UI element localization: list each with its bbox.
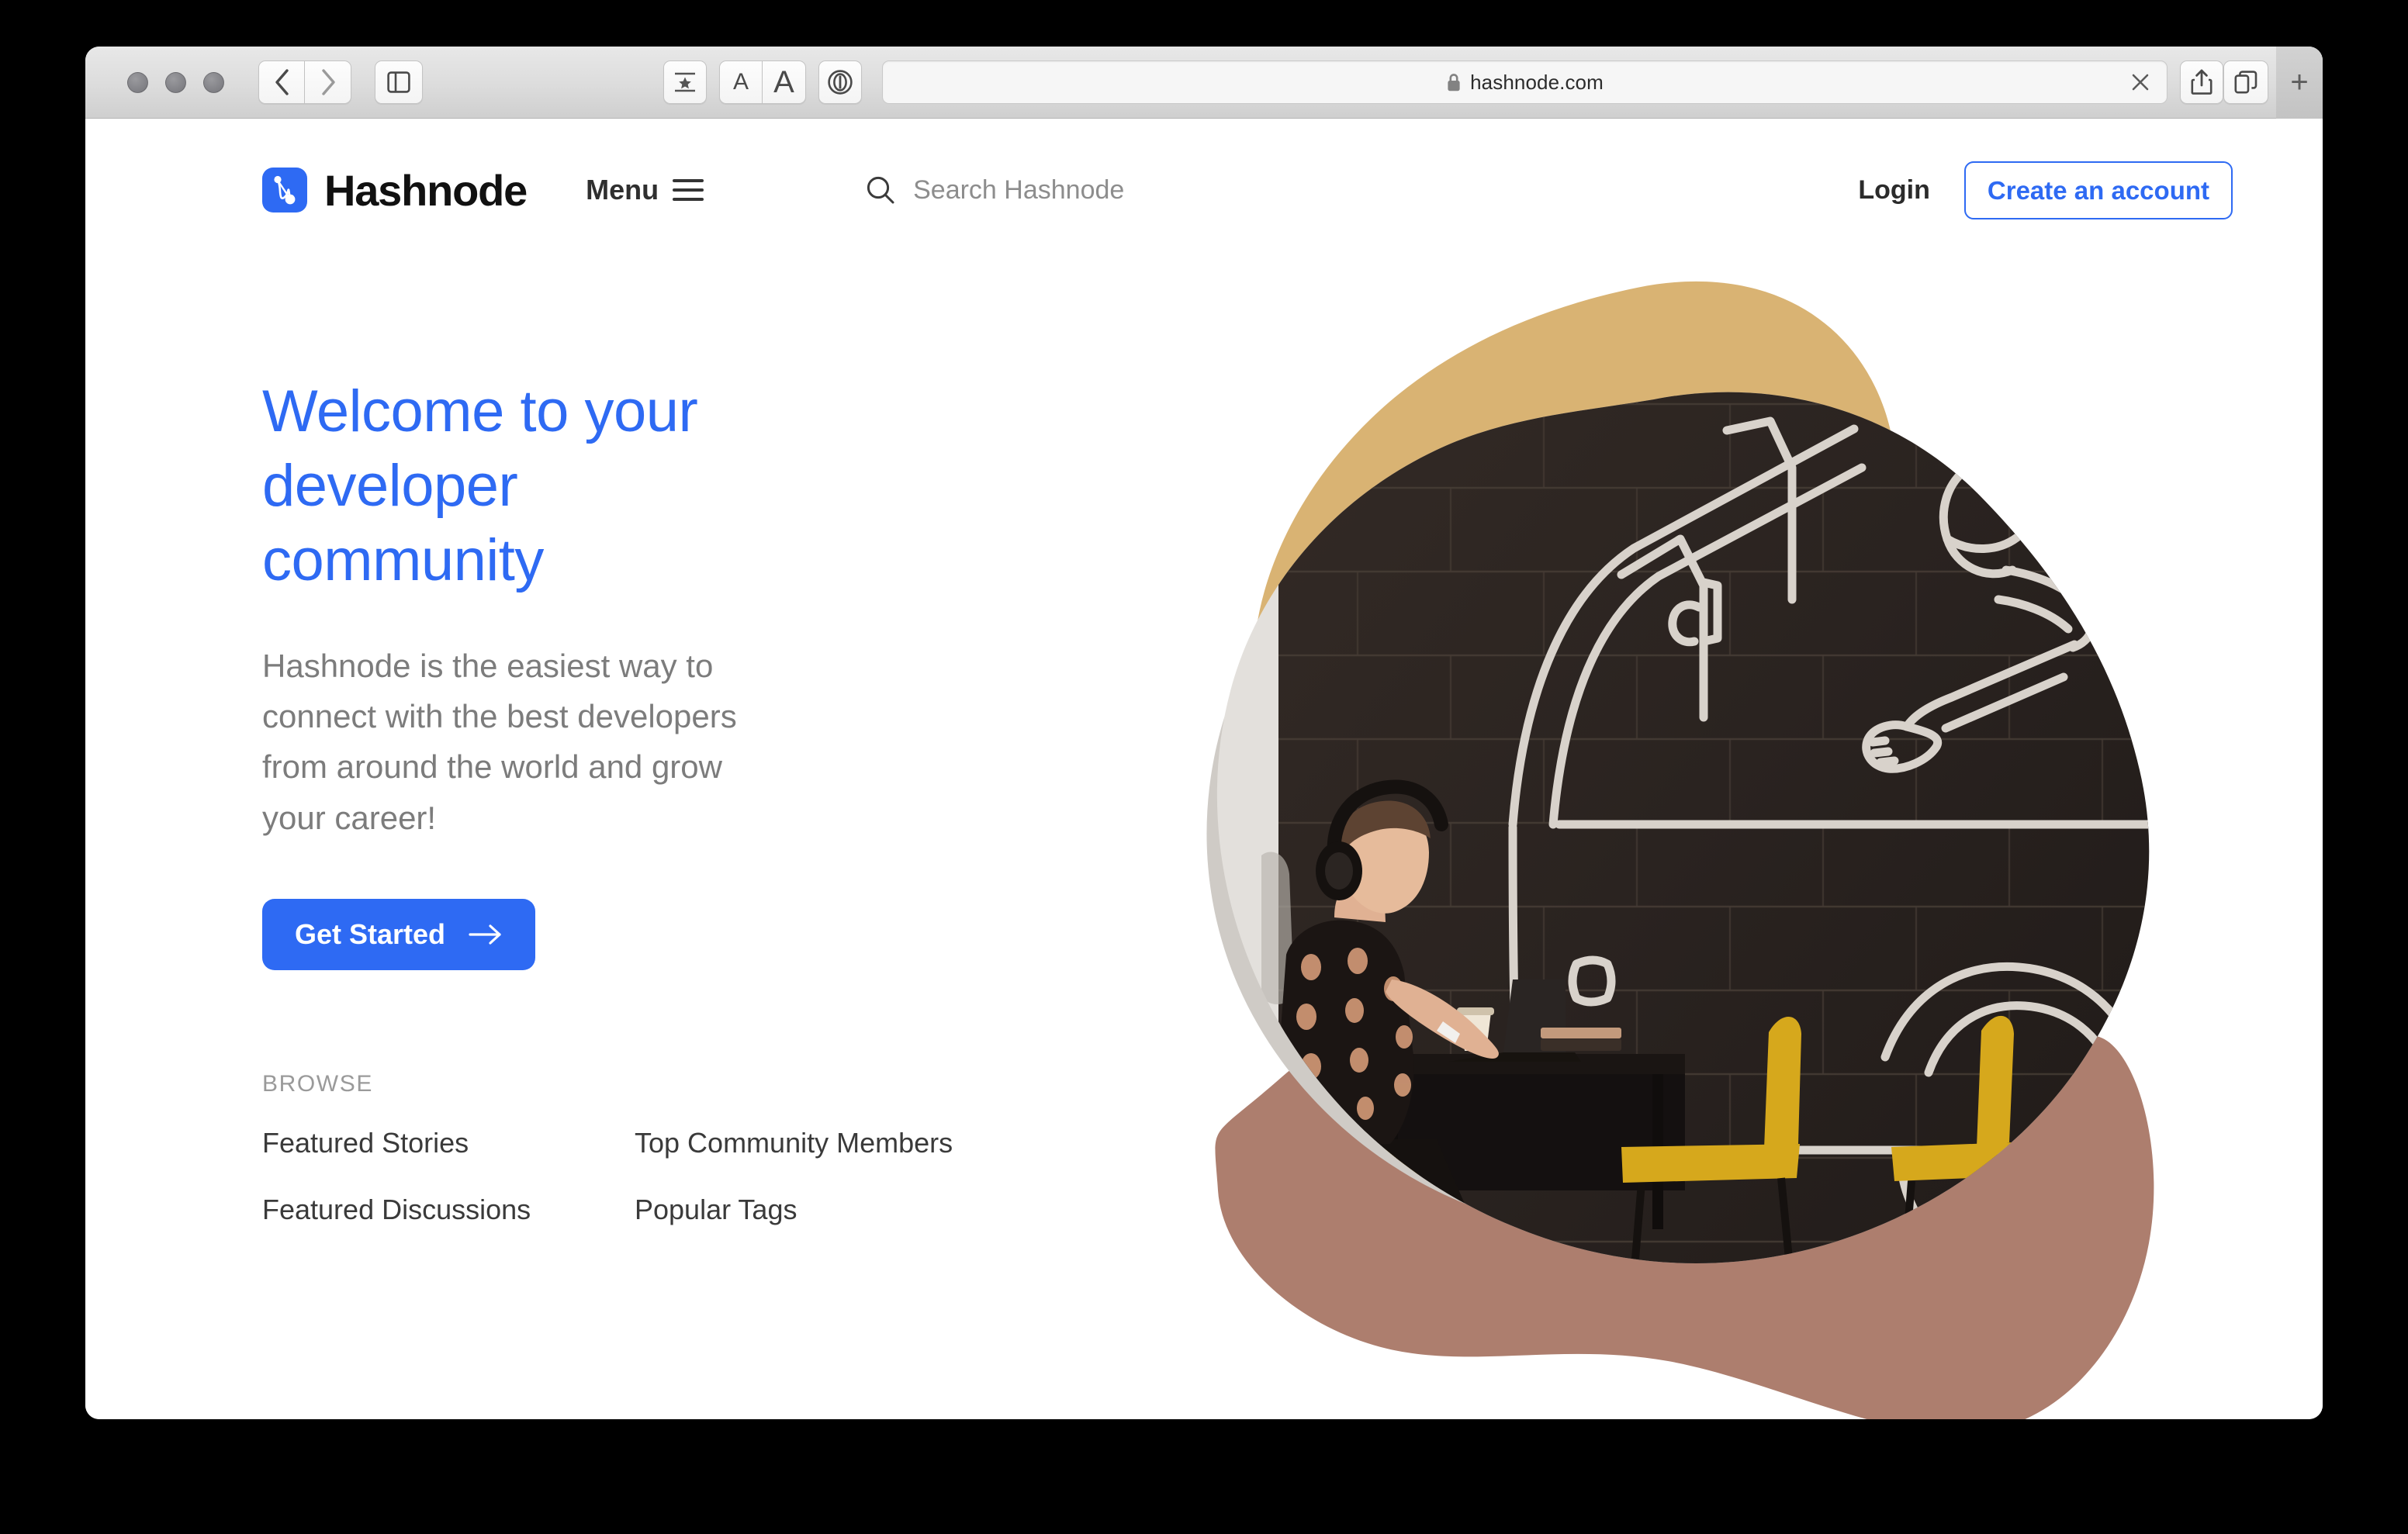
brand-logo-link[interactable]: Hashnode <box>262 165 528 216</box>
forward-button[interactable] <box>305 60 351 104</box>
search-icon <box>867 176 894 204</box>
privacy-report-icon <box>828 70 853 95</box>
search-placeholder: Search Hashnode <box>913 174 1125 205</box>
lock-icon <box>1448 73 1460 91</box>
menu-label: Menu <box>586 174 659 206</box>
toolbar-right-tools: + <box>2223 47 2323 119</box>
browse-heading: BROWSE <box>262 1070 373 1097</box>
address-bar[interactable]: hashnode.com <box>882 60 2168 104</box>
hero-illustration <box>1078 235 2258 1419</box>
page-title: Welcome to your developer community <box>262 378 698 593</box>
privacy-report-button[interactable] <box>818 60 862 104</box>
browse-links: Featured Stories Top Community Members F… <box>262 1127 1038 1226</box>
sidebar-icon <box>387 71 410 93</box>
reader-star-icon <box>675 72 695 92</box>
browser-window: A A hashnode.com + Hashnode Menu Search … <box>85 47 2323 1419</box>
decrease-text-size-button[interactable]: A <box>719 60 763 104</box>
web-page: Hashnode Menu Search Hashnode Login Crea… <box>85 119 2323 1419</box>
browse-link-popular-tags[interactable]: Popular Tags <box>635 1194 1038 1226</box>
browse-link-featured-stories[interactable]: Featured Stories <box>262 1127 635 1159</box>
url-text: hashnode.com <box>1470 70 1604 94</box>
share-button[interactable] <box>2180 60 2223 104</box>
hero-subtitle: Hashnode is the easiest way to connect w… <box>262 648 737 836</box>
brand-name: Hashnode <box>324 165 528 215</box>
browse-section: BROWSE Featured Stories Top Community Me… <box>262 1071 1038 1226</box>
back-button[interactable] <box>258 60 305 104</box>
close-icon <box>2132 74 2149 91</box>
increase-text-size-button[interactable]: A <box>763 60 806 104</box>
header-actions: Login Create an account <box>1858 161 2233 219</box>
hero-content: Welcome to your developer community Hash… <box>262 375 1038 1226</box>
text-size-buttons: A A <box>719 60 806 104</box>
navigation-buttons <box>258 60 351 104</box>
window-controls <box>127 71 224 93</box>
tab-overview-icon <box>2234 71 2258 94</box>
show-sidebar-button[interactable] <box>375 60 423 104</box>
books <box>1541 1028 1621 1051</box>
browser-toolbar: A A hashnode.com + <box>85 47 2323 119</box>
font-larger-icon: A <box>773 64 794 99</box>
arrow-right-icon <box>469 924 501 945</box>
browse-link-featured-discussions[interactable]: Featured Discussions <box>262 1194 635 1226</box>
menu-button[interactable]: Menu <box>586 174 704 206</box>
font-smaller-icon: A <box>732 69 749 95</box>
create-account-button[interactable]: Create an account <box>1963 161 2233 219</box>
hashnode-logo-icon <box>262 168 307 212</box>
tab-overview-button[interactable] <box>2223 60 2268 104</box>
chevron-left-icon <box>275 69 289 95</box>
login-link[interactable]: Login <box>1858 175 1930 206</box>
get-started-label: Get Started <box>295 917 446 950</box>
close-window-button[interactable] <box>127 71 148 93</box>
search-input[interactable]: Search Hashnode <box>865 174 1124 206</box>
plus-icon: + <box>2290 65 2309 99</box>
share-icon <box>2191 69 2213 95</box>
stop-loading-button[interactable] <box>2123 65 2157 99</box>
new-tab-button[interactable]: + <box>2276 47 2323 119</box>
hamburger-icon <box>673 179 704 201</box>
reader-mode-button[interactable] <box>663 60 707 104</box>
get-started-button[interactable]: Get Started <box>262 898 536 970</box>
browse-link-top-community-members[interactable]: Top Community Members <box>635 1127 1038 1159</box>
address-bar-content: hashnode.com <box>1446 71 1604 95</box>
chevron-right-icon <box>321 69 335 95</box>
zoom-window-button[interactable] <box>203 71 224 93</box>
toolbar-mid-tools: A A <box>663 60 862 104</box>
site-header: Hashnode Menu Search Hashnode Login Crea… <box>85 143 2323 237</box>
minimize-window-button[interactable] <box>165 71 186 93</box>
